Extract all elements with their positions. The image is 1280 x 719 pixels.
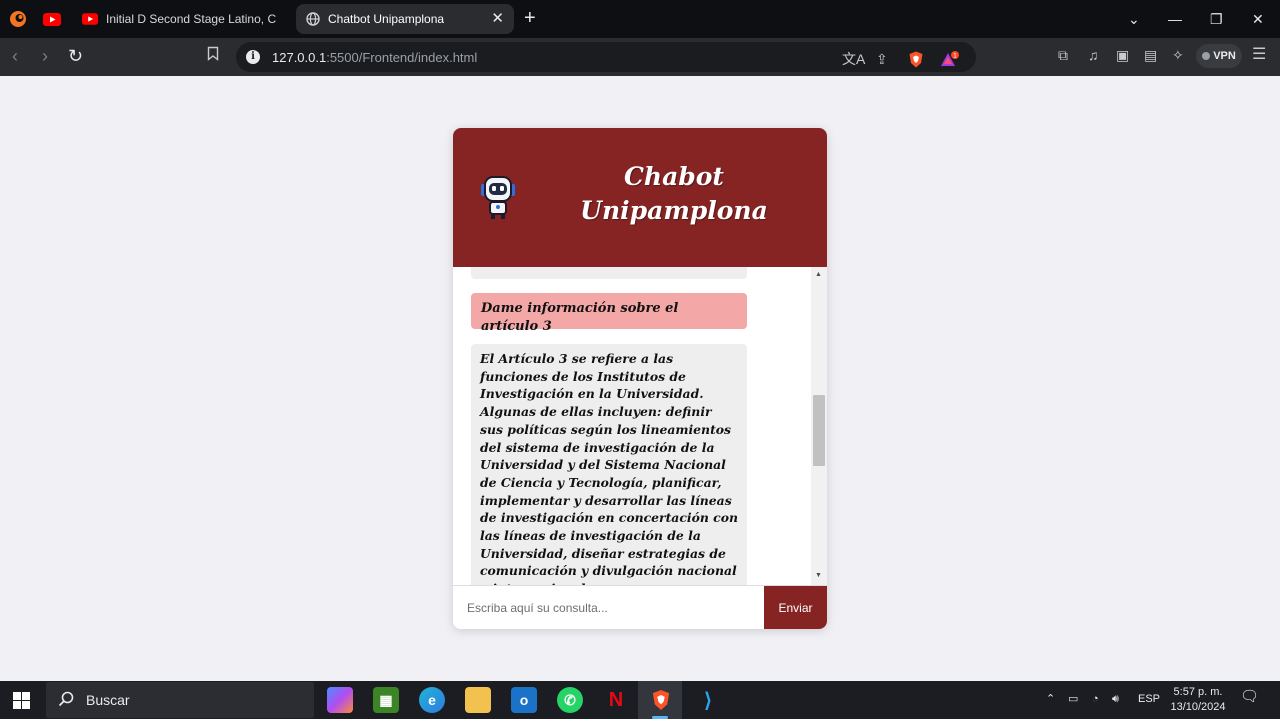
taskbar-search[interactable]: Buscar [46,682,314,718]
media-icon[interactable]: ♫ [1088,47,1099,63]
chat-input-row: Enviar [453,585,827,629]
outlook-icon[interactable]: o [511,687,537,713]
vpn-label: VPN [1213,50,1236,62]
extensions-icon[interactable]: ⧉ [1058,47,1068,63]
vpn-button[interactable]: VPN [1196,44,1242,68]
youtube-icon [82,13,98,25]
url-text: 127.0.0.1:5500/Frontend/index.html [272,50,478,65]
chat-title-line2: Unipamplona [580,196,768,225]
globe-icon [306,12,320,26]
notifications-icon[interactable]: 🗨︎ [1240,689,1259,704]
file-explorer-icon[interactable] [465,687,491,713]
tray-chevron-up-icon[interactable]: ⌃ [1046,692,1055,706]
user-message-bubble: Dame información sobre el artículo 3 [471,293,747,334]
volume-icon[interactable]: 🔊︎ [1112,692,1119,706]
close-tab-icon[interactable]: ✕ [491,11,504,27]
scrollbar-thumb[interactable] [813,395,825,466]
tab-title: Chatbot Unipamplona [328,12,445,26]
language-indicator[interactable]: ESP [1138,692,1160,706]
scroll-down-arrow-icon[interactable]: ▼ [815,572,822,580]
tab-chatbot[interactable]: Chatbot Unipamplona ✕ [296,4,514,34]
windows-taskbar: Buscar ▦ e o ✆ N ⟩ ⌃ ▭ ◔ 🔊︎ ESP 5:57 p. … [0,681,1280,719]
bookmark-icon[interactable] [207,46,219,67]
translate-icon[interactable]: 文A [842,51,865,67]
youtube-pinned-icon[interactable] [42,9,62,29]
edge-icon[interactable]: e [419,687,445,713]
send-button[interactable]: Enviar [764,586,827,629]
menu-icon[interactable]: ☰ [1252,47,1266,63]
tab-search-chevron-icon[interactable]: ⌄ [1128,10,1140,28]
leo-ai-icon[interactable]: ✧ [1172,47,1184,63]
forward-icon[interactable]: › [42,46,48,66]
new-tab-icon[interactable]: + [524,8,536,28]
whatsapp-icon[interactable]: ✆ [557,687,583,713]
wallet-icon[interactable]: ▤ [1144,47,1157,63]
copilot-icon[interactable] [327,687,353,713]
chat-title: Chabot Unipamplona [561,160,787,228]
battery-icon[interactable]: ▭ [1068,692,1078,706]
clock-time: 5:57 p. m. [1173,686,1223,698]
robot-icon [477,174,519,225]
back-icon[interactable]: ‹ [12,46,18,66]
window-close-icon[interactable]: ✕ [1252,10,1264,28]
chat-input[interactable] [453,586,764,629]
browser-tab-bar: Initial D Second Stage Latino, Capítu Ch… [0,0,1280,38]
crunchyroll-icon[interactable] [8,9,28,29]
chat-container: Chabot Unipamplona Dame información sobr… [453,128,827,629]
search-icon [58,691,74,710]
brave-browser-icon[interactable] [648,687,674,713]
netflix-icon[interactable]: N [603,687,629,713]
chat-title-line1: Chabot [624,162,724,191]
svg-text:1: 1 [953,53,957,60]
messages-scrollbar[interactable]: ▲ ▼ [811,267,827,585]
chat-header: Chabot Unipamplona [453,128,827,267]
minecraft-icon[interactable]: ▦ [373,687,399,713]
message-list: Dame información sobre el artículo 3 El … [453,267,811,585]
minimize-icon[interactable]: — [1168,10,1182,28]
bot-message-bubble: El Artículo 3 se refiere a las funciones… [471,344,747,585]
restore-icon[interactable]: ❐ [1210,10,1223,28]
clock[interactable]: 5:57 p. m. 13/10/2024 [1164,685,1232,715]
search-label: Buscar [86,692,130,708]
windows-start-icon[interactable] [13,692,30,714]
vscode-icon[interactable]: ⟩ [695,687,721,713]
clock-date: 13/10/2024 [1170,701,1226,713]
tab-title: Initial D Second Stage Latino, Capítu [106,12,276,26]
browser-toolbar: ‹ › ↻ i 127.0.0.1:5500/Frontend/index.ht… [0,38,1280,76]
vpn-dot-icon [1202,52,1211,60]
previous-message-bubble [471,267,747,279]
page-content: Chabot Unipamplona Dame información sobr… [0,76,1280,681]
site-info-icon[interactable]: i [246,50,260,64]
address-bar[interactable]: i 127.0.0.1:5500/Frontend/index.html 文A … [236,42,976,72]
scroll-up-arrow-icon[interactable]: ▲ [815,271,822,279]
reload-icon[interactable]: ↻ [68,46,83,66]
tab-initial-d[interactable]: Initial D Second Stage Latino, Capítu [76,4,292,34]
brave-shields-icon[interactable] [908,51,924,71]
share-icon[interactable]: ⇪ [876,51,888,67]
wifi-icon[interactable]: ◔ [1092,692,1099,706]
sidebar-icon[interactable]: ▣ [1116,47,1129,63]
brave-rewards-icon[interactable]: 1 [940,51,960,72]
